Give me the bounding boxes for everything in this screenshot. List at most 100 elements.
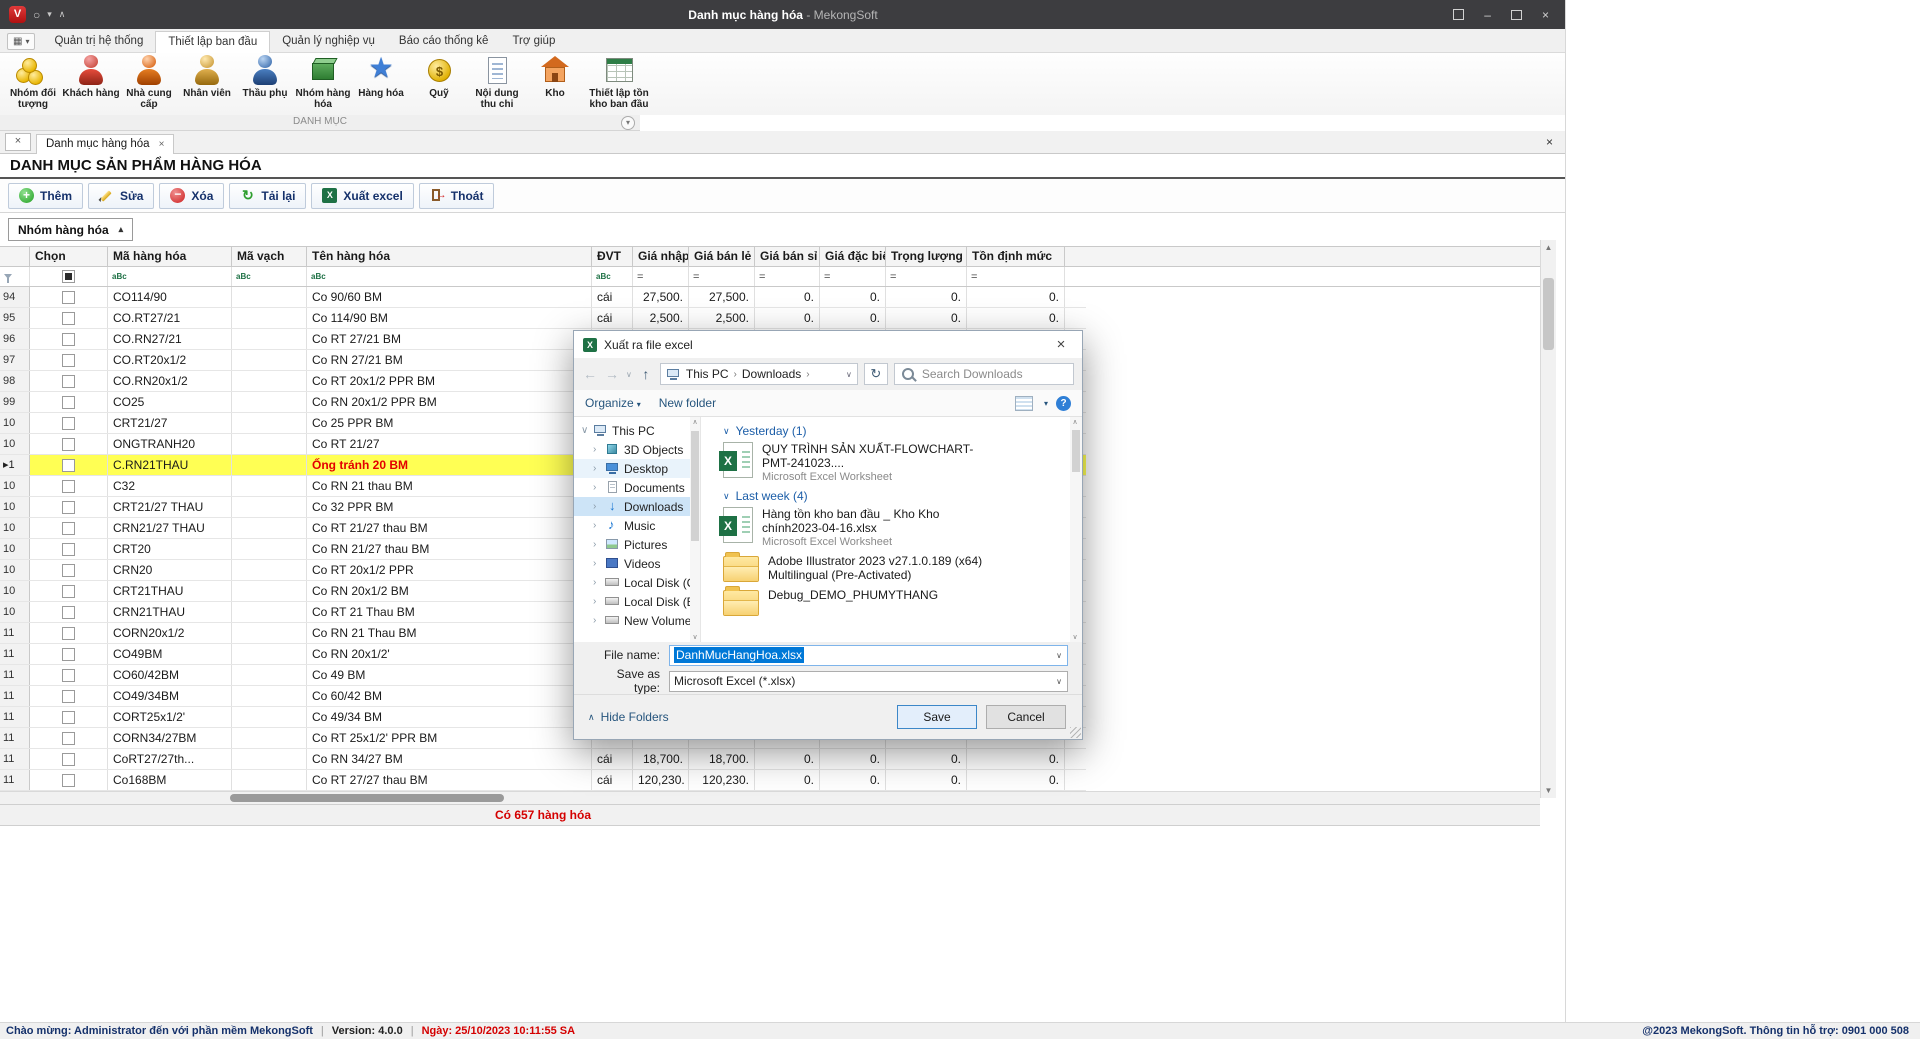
tree-item-desktop[interactable]: ›Desktop: [574, 459, 700, 478]
select-all-checkbox[interactable]: [62, 270, 75, 283]
ribbon-item-khach-hang[interactable]: Khách hàng: [62, 53, 120, 115]
column-header-trong-luong[interactable]: Trọng lượng: [886, 247, 967, 266]
minimize-button[interactable]: –: [1484, 9, 1491, 21]
ribbon-tab-quan-ly-nghiep-vu[interactable]: Quản lý nghiệp vụ: [270, 31, 387, 52]
row-checkbox[interactable]: [62, 459, 75, 472]
files-scrollbar[interactable]: ∧ ∨: [1070, 417, 1082, 642]
address-dropdown-icon[interactable]: ∨: [846, 370, 852, 379]
breadcrumb-item-this-pc[interactable]: This PC: [686, 367, 729, 381]
save-type-select[interactable]: Microsoft Excel (*.xlsx) ∨: [669, 671, 1068, 692]
ribbon-item-thiet-lap-ton-kho-ban-au[interactable]: Thiết lập tồn kho ban đầu: [584, 53, 654, 115]
close-tab-button-right[interactable]: ×: [1546, 135, 1553, 149]
ribbon-item-quy[interactable]: $Quỹ: [410, 53, 468, 115]
ribbon-item-nhom-oi-tuong[interactable]: Nhóm đối tượng: [4, 53, 62, 115]
tree-item-videos[interactable]: ›Videos: [574, 554, 700, 573]
scroll-up-icon[interactable]: ▲: [1541, 240, 1556, 255]
ribbon-tab-tro-giup[interactable]: Trợ giúp: [500, 31, 567, 52]
filter-cell[interactable]: aBc: [232, 267, 307, 286]
tab-close-icon[interactable]: ×: [159, 139, 165, 150]
row-checkbox[interactable]: [62, 732, 75, 745]
filter-cell[interactable]: =: [820, 267, 886, 286]
maximize-button[interactable]: [1511, 10, 1522, 20]
tree-item-this-pc[interactable]: ∨This PC: [574, 421, 700, 440]
scroll-down-icon[interactable]: ∨: [690, 633, 700, 641]
row-checkbox[interactable]: [62, 627, 75, 640]
row-checkbox[interactable]: [62, 375, 75, 388]
up-icon[interactable]: ↑: [638, 366, 654, 382]
filter-cell[interactable]: =: [633, 267, 689, 286]
thoat-button[interactable]: Thoát: [419, 183, 495, 209]
chevron-collapsed-icon[interactable]: ›: [593, 596, 601, 607]
column-header-gia-ban-le[interactable]: Giá bán lẻ: [689, 247, 755, 266]
tree-item-3d-objects[interactable]: ›3D Objects: [574, 440, 700, 459]
column-header-gia-ac-biet[interactable]: Giá đặc biệt: [820, 247, 886, 266]
tai-lai-button[interactable]: ↻Tải lại: [229, 183, 306, 209]
table-row[interactable]: 95CO.RT27/21Co 114/90 BMcái2,500.2,500.0…: [0, 308, 1086, 329]
chevron-expanded-icon[interactable]: ∨: [581, 425, 589, 436]
row-checkbox[interactable]: [62, 753, 75, 766]
them-button[interactable]: +Thêm: [8, 183, 83, 209]
tree-item-local-disk-c[interactable]: ›Local Disk (C:): [574, 573, 700, 592]
row-checkbox[interactable]: [62, 711, 75, 724]
scroll-down-icon[interactable]: ∨: [1070, 633, 1080, 641]
chevron-collapsed-icon[interactable]: ›: [593, 463, 601, 474]
close-tab-button-left[interactable]: ×: [5, 133, 31, 151]
row-checkbox[interactable]: [62, 396, 75, 409]
column-header-gia-nhap[interactable]: Giá nhập: [633, 247, 689, 266]
file-name-input[interactable]: DanhMucHangHoa.xlsx ∨: [669, 645, 1068, 666]
scroll-up-icon[interactable]: ∧: [1070, 418, 1080, 426]
file-group-header-yesterday-1[interactable]: ∨Yesterday (1): [723, 424, 1066, 438]
xoa-button[interactable]: −Xóa: [159, 183, 224, 209]
save-button[interactable]: Save: [897, 705, 977, 729]
new-folder-button[interactable]: New folder: [659, 396, 716, 410]
chevron-collapsed-icon[interactable]: ›: [593, 558, 601, 569]
search-input[interactable]: [920, 366, 1066, 382]
horizontal-scrollbar[interactable]: [0, 791, 1540, 804]
row-checkbox[interactable]: [62, 354, 75, 367]
filter-cell[interactable]: [30, 267, 108, 286]
ribbon-item-hang-hoa[interactable]: ★Hàng hóa: [352, 53, 410, 115]
table-row[interactable]: 11Co168BMCo RT 27/27 thau BMcái120,230.1…: [0, 770, 1086, 791]
dialog-close-button[interactable]: ×: [1040, 331, 1082, 358]
row-checkbox[interactable]: [62, 606, 75, 619]
row-checkbox[interactable]: [62, 480, 75, 493]
row-checkbox[interactable]: [62, 690, 75, 703]
column-header-vt[interactable]: ĐVT: [592, 247, 633, 266]
column-header-chon[interactable]: Chọn: [30, 247, 108, 266]
file-item[interactable]: Hàng tồn kho ban đầu _ Kho Kho chính2023…: [723, 507, 1066, 548]
table-row[interactable]: 11CoRT27/27th...Co RN 34/27 BMcái18,700.…: [0, 749, 1086, 770]
column-header[interactable]: [0, 247, 30, 266]
ribbon-item-nha-cung-cap[interactable]: Nhà cung cấp: [120, 53, 178, 115]
forward-icon[interactable]: →: [604, 366, 620, 382]
vscroll-thumb[interactable]: [1543, 278, 1554, 350]
tree-item-music[interactable]: ›Music: [574, 516, 700, 535]
vertical-scrollbar[interactable]: ▲ ▼: [1540, 240, 1556, 798]
nhom-hang-hoa-dropdown[interactable]: Nhóm hàng hóa ▴: [8, 218, 133, 241]
filter-cell[interactable]: [0, 267, 30, 286]
filter-cell[interactable]: aBc: [307, 267, 592, 286]
table-row[interactable]: 94CO114/90Co 90/60 BMcái27,500.27,500.0.…: [0, 287, 1086, 308]
view-mode-icon[interactable]: [1015, 396, 1033, 411]
column-header-ton-inh-muc[interactable]: Tồn định mức: [967, 247, 1065, 266]
file-group-header-last-week-4[interactable]: ∨Last week (4): [723, 489, 1066, 503]
column-header-ten-hang-hoa[interactable]: Tên hàng hóa: [307, 247, 592, 266]
history-dropdown-icon[interactable]: ∨: [626, 370, 632, 379]
chevron-collapsed-icon[interactable]: ›: [593, 615, 601, 626]
row-checkbox[interactable]: [62, 648, 75, 661]
hide-folders-button[interactable]: ∧ Hide Folders: [588, 710, 669, 724]
scroll-up-icon[interactable]: ∧: [690, 418, 700, 426]
ribbon-tab-thiet-lap-ban-au[interactable]: Thiết lập ban đầu: [155, 31, 270, 53]
cancel-button[interactable]: Cancel: [986, 705, 1066, 729]
row-checkbox[interactable]: [62, 291, 75, 304]
ribbon-tab-quan-tri-he-thong[interactable]: Quản trị hệ thống: [42, 31, 155, 52]
row-checkbox[interactable]: [62, 417, 75, 430]
chevron-down-icon[interactable]: ∨: [1056, 651, 1062, 660]
quick-access-icon[interactable]: ○: [33, 8, 40, 22]
tree-item-downloads[interactable]: ›Downloads: [574, 497, 700, 516]
breadcrumb-item-downloads[interactable]: Downloads: [742, 367, 801, 381]
ribbon-tab-bao-cao-thong-ke[interactable]: Báo cáo thống kê: [387, 31, 501, 52]
ribbon-item-nhom-hang-hoa[interactable]: Nhóm hàng hóa: [294, 53, 352, 115]
tree-item-pictures[interactable]: ›Pictures: [574, 535, 700, 554]
chevron-collapsed-icon[interactable]: ›: [593, 482, 601, 493]
chevron-down-icon[interactable]: ∨: [1056, 677, 1062, 686]
